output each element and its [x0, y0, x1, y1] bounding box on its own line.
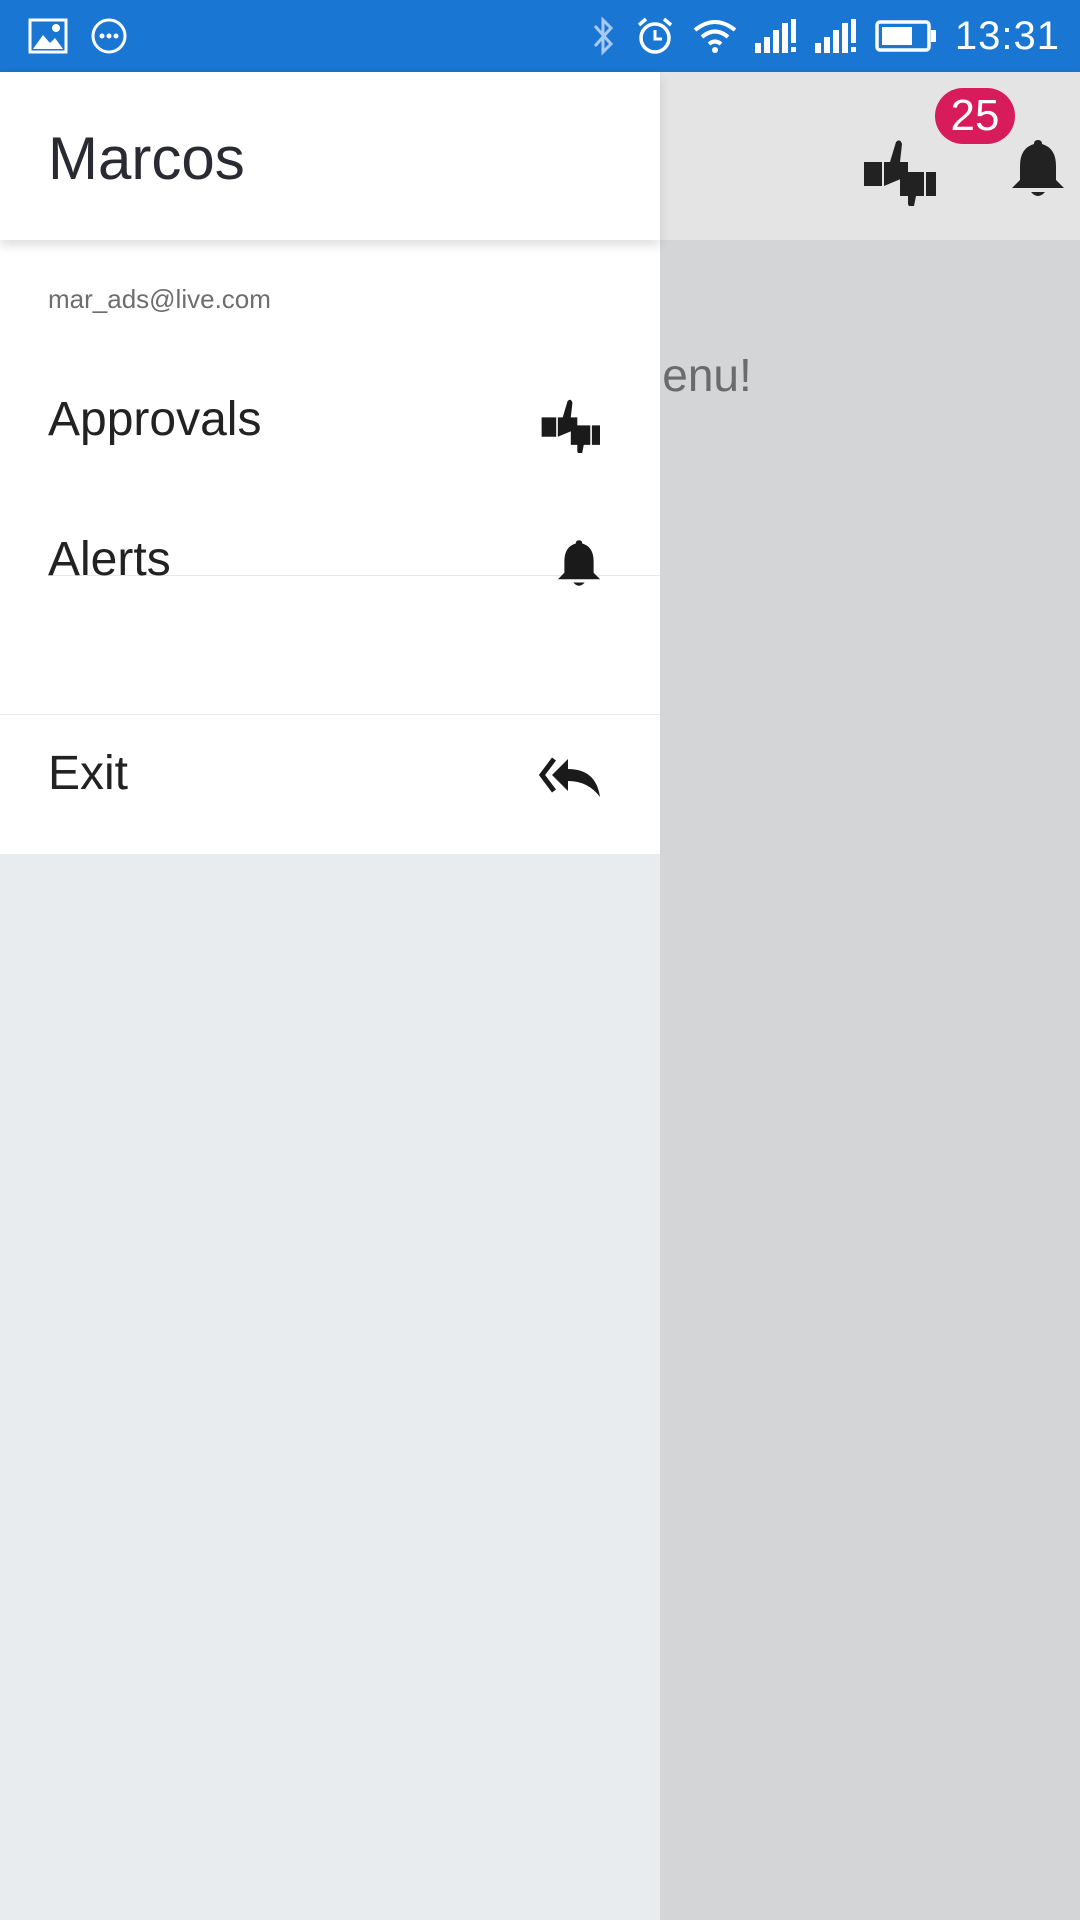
approvals-icon[interactable]	[860, 132, 938, 211]
menu-item-exit[interactable]: Exit	[0, 708, 660, 846]
navigation-drawer: Marcos mar_ads@live.com Approvals Alerts…	[0, 72, 660, 1920]
image-icon	[28, 18, 68, 54]
signal-1-icon	[754, 19, 797, 53]
alarm-icon	[635, 16, 675, 56]
bell-icon[interactable]	[1010, 136, 1066, 205]
user-email: mar_ads@live.com	[48, 284, 271, 314]
chat-bubble-icon	[90, 17, 128, 55]
drawer-title: Marcos	[48, 125, 245, 192]
drawer-menu: mar_ads@live.com Approvals Alerts Exit	[0, 240, 660, 854]
menu-item-label: Approvals	[48, 393, 262, 446]
signal-2-icon	[814, 19, 857, 53]
status-bar: 13:31	[0, 0, 1080, 72]
thumbs-up-down-icon	[538, 354, 602, 492]
bluetooth-icon	[591, 16, 617, 56]
menu-item-alerts[interactable]: Alerts	[0, 494, 660, 632]
wifi-icon	[693, 18, 737, 54]
menu-item-approvals[interactable]: Approvals	[0, 354, 660, 492]
drawer-header: Marcos	[0, 72, 660, 240]
battery-icon	[875, 19, 937, 53]
menu-item-label: Exit	[48, 747, 129, 800]
bell-icon	[556, 494, 602, 632]
notification-badge: 25	[935, 88, 1015, 144]
menu-item-label: Alerts	[48, 533, 171, 586]
reply-all-icon	[538, 708, 602, 846]
status-time: 13:31	[954, 13, 1060, 58]
